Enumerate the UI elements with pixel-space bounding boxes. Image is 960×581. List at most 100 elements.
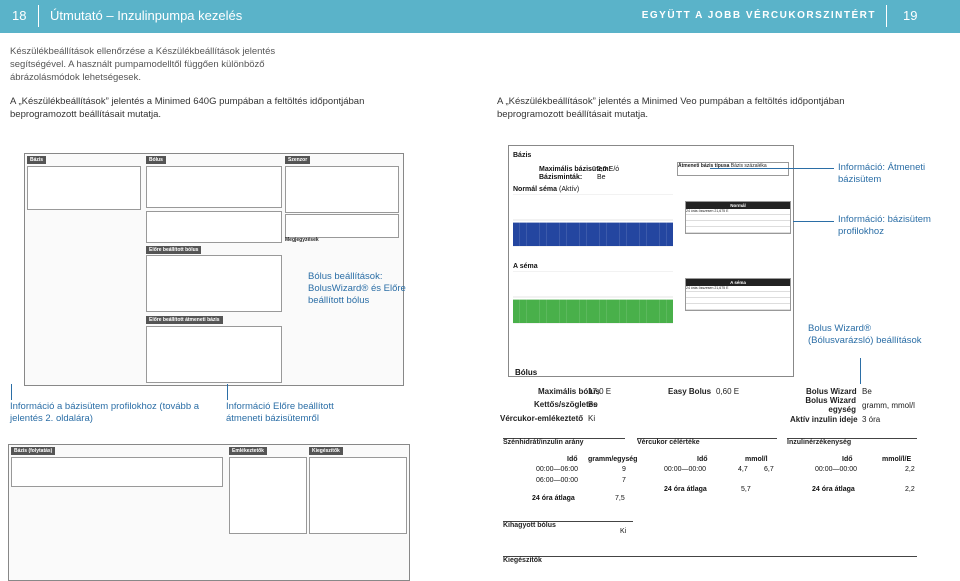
bw-unit-value: gramm, mmol/l [862,401,915,410]
a-basal-bar [633,299,640,323]
caption-640g: A „Készülékbeállítások” jelentés a Minim… [10,96,365,120]
isf-row-value: 2,2 [905,466,915,473]
accessories-table [309,457,407,534]
carb-ratio-table [146,211,282,243]
a-basal-bar [553,299,560,323]
veo-active: (Aktív) [559,186,580,193]
normal-basal-bar [659,222,667,246]
section-megjegyzesek: Megjegyzések [285,237,319,243]
a-basal-bar [566,299,573,323]
bg-avg-label: 24 óra átlaga [664,486,707,493]
a-summary-table: A séma 24 órás összesen 21,675 E [685,278,791,311]
a-basal-bar [626,299,633,323]
veo-patterns-value: Be [597,174,606,181]
intro-text: Készülékbeállítások ellenőrzése a Készül… [10,46,276,83]
carb-avg-value: 7,5 [615,495,625,502]
a-basal-bar [619,299,627,323]
normal-basal-bar [646,222,653,246]
note-bolus-settings: Bólus beállítások: BolusWizard® és Előre… [308,271,406,306]
preset-temp-table [146,326,282,383]
veo-accessories-title: Kiegészítők [503,556,917,564]
header-divider [38,5,39,27]
section-bazis-folytatas: Bázis (folytatás) [11,447,56,455]
normal-basal-bar [559,222,567,246]
header-title: Útmutató – Inzulinpumpa kezelés [50,8,243,23]
max-bolus-value: 17,0 E [588,387,612,396]
note-basal-profiles: Információ: bázisütem profilokhoz [838,214,931,237]
col-ido-3: Idő [842,456,853,463]
section-elore-bolus: Előre beállított bólus [146,246,202,254]
col-ido-2: Idő [697,456,708,463]
a-basal-bar [573,299,580,323]
carb-row-2-time: 06:00—00:00 [536,477,579,484]
preset-bolus-table [146,255,282,312]
easy-bolus-value: 0,60 E [716,387,740,396]
section-kiegeszitok: Kiegészítők [309,447,343,455]
col-ido: Idő [567,456,578,463]
a-basal-bar [646,299,653,323]
sensor-table [285,166,399,213]
section-szenzor: Szenzor [285,156,311,164]
bg-reminder-value: Ki [588,414,596,423]
col-gram: gramm/egység [588,456,638,463]
carb-row-1-value: 9 [622,466,626,473]
a-basal-bar [539,299,547,323]
a-basal-bar [546,299,553,323]
normal-basal-bar [579,222,587,246]
normal-basal-bar [586,222,593,246]
a-basal-bar [579,299,587,323]
veo-normal-label: Normál séma [513,186,557,193]
missed-bolus-value: Ki [620,528,627,535]
normal-basal-bar [539,222,547,246]
bg-reminder-label: Vércukor-emlékeztető [500,414,584,423]
normal-basal-bar [593,222,600,246]
veo-bolus-title: Bólus [515,368,538,377]
veo-max-basal-value: 2,0 E/ó [597,166,620,173]
bg-row-low: 4,7 [738,466,748,473]
isf-avg-value: 2,2 [905,486,915,493]
note-temp-basal: Információ: Átmeneti bázisütem [838,162,926,185]
bg-row-high: 6,7 [764,466,774,473]
report-640g-page1: Bázis Bólus Szenzor Előre beállított ból… [24,153,404,386]
caption-veo: A „Készülékbeállítások” jelentés a Minim… [497,96,845,120]
normal-basal-bar [573,222,580,246]
active-insulin-value: 3 óra [862,415,881,424]
a-basal-bar [513,299,520,323]
note-preset-temp-line [227,384,228,400]
page-number-right: 19 [903,8,918,23]
a-basal-bar [519,299,527,323]
normal-summary-title: Normál [686,202,790,209]
normal-summary-table: Normál 24 órás összesen 21,675 E [685,201,791,234]
a-basal-bar [606,299,613,323]
section-emlekeztetok: Emlékeztetők [229,447,267,455]
bolus-table [146,166,282,208]
normal-basal-bar [526,222,533,246]
section-bazis: Bázis [27,156,47,164]
a-basal-bar [666,299,673,323]
carb-row-2-value: 7 [622,477,626,484]
dual-square-value: Be [588,400,598,409]
a-basal-bar [653,299,660,323]
col-mmol-e: mmol/l/E [882,456,912,463]
bw-unit-label: Bolus Wizard egység [805,396,856,414]
normal-basal-bar [639,222,647,246]
bg-row-time: 00:00—00:00 [664,466,707,473]
normal-basal-bar [546,222,553,246]
reminders-table [229,457,307,534]
page-number-left: 18 [12,8,27,23]
normal-basal-bar [653,222,660,246]
col-mmol: mmol/l [745,456,768,463]
veo-a-label: A séma [513,263,538,270]
easy-bolus-label: Easy Bolus [668,387,712,396]
a-basal-bar [593,299,600,323]
a-basal-bar [613,299,620,323]
a-summary-title: A séma [686,279,790,286]
normal-basal-bar [533,222,540,246]
active-insulin-label: Aktív inzulin ideje [790,415,858,424]
normal-basal-bar [566,222,573,246]
normal-basal-bar [519,222,527,246]
note-bolus-wizard: Bolus Wizard® (Bólusvarázsló) beállításo… [808,323,922,346]
a-basal-bar [659,299,667,323]
a-basal-chart [513,271,673,324]
note-preset-temp: Információ Előre beállított átmeneti báz… [226,401,334,424]
